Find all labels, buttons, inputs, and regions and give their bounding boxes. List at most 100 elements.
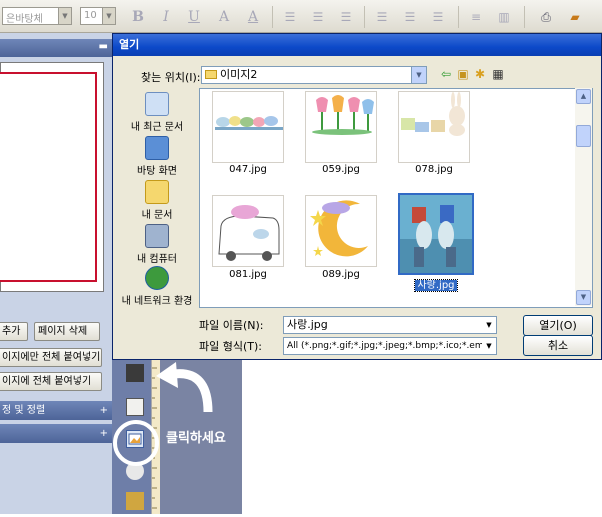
- organization-chart-icon[interactable]: [126, 492, 144, 510]
- align-right-icon[interactable]: ☰: [336, 7, 356, 27]
- align-left-icon[interactable]: ☰: [280, 7, 300, 27]
- chevron-down-icon[interactable]: ▼: [482, 338, 496, 354]
- chevron-down-icon[interactable]: ▼: [102, 8, 115, 24]
- file-thumbnail[interactable]: [305, 195, 377, 267]
- place-recent-documents[interactable]: 내 최근 문서: [119, 92, 195, 133]
- file-name-field[interactable]: 사랑.jpg ▼: [283, 316, 497, 334]
- place-label: 바탕 화면: [137, 166, 177, 177]
- file-thumbnail-selected[interactable]: [398, 193, 474, 275]
- recent-documents-icon: [145, 92, 169, 116]
- highlight-ring: [113, 420, 159, 466]
- delete-page-label: 페이지 삭제: [38, 326, 88, 337]
- add-page-label: 추가: [2, 326, 21, 337]
- places-bar: 내 최근 문서 바탕 화면 내 문서 내 컴퓨터 내 네트워크 환경: [119, 90, 195, 307]
- cancel-button[interactable]: 취소: [523, 335, 593, 356]
- line-tool-icon[interactable]: [126, 398, 144, 416]
- callout-text: 클릭하세요: [166, 431, 226, 446]
- my-computer-icon: [145, 224, 169, 248]
- back-arrow-icon[interactable]: ⇦: [439, 67, 453, 81]
- file-list: 047.jpg 059.jpg 078.jpg 081.jpg 089.jpg …: [199, 88, 593, 308]
- file-thumbnail[interactable]: [398, 91, 470, 163]
- dialog-title: 열기: [119, 38, 140, 51]
- panel-header: ▬: [0, 39, 112, 57]
- underline-icon[interactable]: U: [184, 7, 204, 27]
- section-arrange-label: 정 및 정렬: [2, 405, 46, 416]
- toolbar-divider: [458, 6, 459, 28]
- new-folder-icon[interactable]: ✱: [473, 67, 487, 81]
- toolbar-divider: [364, 6, 365, 28]
- file-name-selected[interactable]: 사랑.jpg: [398, 276, 474, 292]
- align-center-icon[interactable]: ☰: [308, 7, 328, 27]
- file-type-select[interactable]: All (*.png;*.gif;*.jpg;*.jpeg;*.bmp;*.ic…: [283, 337, 497, 355]
- expand-icon[interactable]: +: [100, 401, 108, 420]
- dialog-title-bar[interactable]: 열기: [113, 34, 601, 56]
- paste-all-pages-button[interactable]: 이지에 전체 붙여넣기: [0, 372, 102, 391]
- pin-icon[interactable]: ▬: [99, 41, 108, 52]
- file-name-value: 사랑.jpg: [287, 318, 328, 331]
- file-name[interactable]: 047.jpg: [210, 164, 286, 175]
- scroll-up-icon[interactable]: ▲: [576, 89, 591, 104]
- place-my-computer[interactable]: 내 컴퓨터: [119, 224, 195, 265]
- place-label: 내 컴퓨터: [137, 254, 177, 265]
- open-button[interactable]: 열기(O): [523, 315, 593, 336]
- font-size-combo[interactable]: 10 ▼: [80, 7, 116, 25]
- indent-icon[interactable]: ☰: [400, 7, 420, 27]
- toolbar-divider: [524, 6, 525, 28]
- folder-icon: [205, 70, 217, 79]
- add-page-button[interactable]: 추가: [0, 322, 28, 341]
- file-list-scrollbar[interactable]: ▲ ▼: [575, 88, 592, 306]
- look-in-value: 이미지2: [220, 68, 258, 81]
- up-folder-icon[interactable]: ▣: [456, 67, 470, 81]
- file-name[interactable]: 078.jpg: [396, 164, 472, 175]
- paste-all-label: 이지에 전체 붙여넣기: [2, 376, 92, 387]
- folder-icon[interactable]: ▰: [565, 7, 585, 27]
- font-size-value: 10: [84, 10, 97, 21]
- cancel-button-label: 취소: [547, 339, 569, 352]
- line-spacing-icon[interactable]: ≡: [466, 7, 486, 27]
- italic-icon[interactable]: I: [156, 7, 176, 27]
- file-type-value: All (*.png;*.gif;*.jpg;*.jpeg;*.bmp;*.ic…: [287, 341, 497, 351]
- open-button-label: 열기(O): [539, 319, 577, 332]
- delete-page-button[interactable]: 페이지 삭제: [34, 322, 100, 341]
- justify-icon[interactable]: ☰: [372, 7, 392, 27]
- place-label: 내 네트워크 환경: [121, 296, 193, 307]
- font-combo[interactable]: 은바탕체 ▼: [2, 7, 72, 25]
- section-arrange[interactable]: 정 및 정렬 +: [0, 401, 112, 420]
- chevron-down-icon[interactable]: ▼: [411, 67, 426, 83]
- place-desktop[interactable]: 바탕 화면: [119, 136, 195, 177]
- paste-current-page-button[interactable]: 이지에만 전체 붙여넣기: [0, 348, 102, 367]
- view-menu-icon[interactable]: ▦: [491, 67, 505, 81]
- look-in-combo[interactable]: 이미지2 ▼: [201, 66, 427, 84]
- columns-icon[interactable]: ▥: [494, 7, 514, 27]
- outdent-icon[interactable]: ☰: [428, 7, 448, 27]
- shadow-icon[interactable]: A: [243, 7, 263, 27]
- place-my-documents[interactable]: 내 문서: [119, 180, 195, 221]
- print-icon[interactable]: ⎙: [536, 7, 556, 27]
- bold-icon[interactable]: B: [128, 7, 148, 27]
- my-documents-icon: [145, 180, 169, 204]
- toolbar-divider: [272, 6, 273, 28]
- file-type-label: 파일 형식(T):: [199, 340, 262, 353]
- chevron-down-icon[interactable]: ▼: [58, 8, 71, 24]
- scroll-thumb[interactable]: [576, 125, 591, 147]
- file-name[interactable]: 081.jpg: [210, 269, 286, 280]
- chevron-down-icon[interactable]: ▼: [482, 317, 496, 333]
- editor-toolbar: 은바탕체 ▼ 10 ▼ B I U A A ☰ ☰ ☰ ☰ ☰ ☰ ≡ ▥ ⎙ …: [0, 0, 602, 33]
- place-network[interactable]: 내 네트워크 환경: [119, 266, 195, 307]
- file-thumbnail[interactable]: [212, 195, 284, 267]
- file-thumbnail[interactable]: [212, 91, 284, 163]
- file-name-label: 파일 이름(N):: [199, 319, 264, 332]
- file-name[interactable]: 059.jpg: [303, 164, 379, 175]
- scroll-down-icon[interactable]: ▼: [576, 290, 591, 305]
- slide-thumbnail[interactable]: [0, 72, 97, 282]
- expand-icon[interactable]: +: [100, 424, 108, 443]
- font-combo-value: 은바탕체: [6, 14, 43, 25]
- look-in-label: 찾는 위치(I):: [141, 71, 201, 84]
- file-thumbnail[interactable]: [305, 91, 377, 163]
- text-tool-icon[interactable]: [126, 364, 144, 382]
- section-collapsed[interactable]: +: [0, 424, 112, 443]
- desktop-icon: [145, 136, 169, 160]
- paste-current-label: 이지에만 전체 붙여넣기: [2, 352, 101, 363]
- outline-icon[interactable]: A: [214, 7, 234, 27]
- file-name[interactable]: 089.jpg: [303, 269, 379, 280]
